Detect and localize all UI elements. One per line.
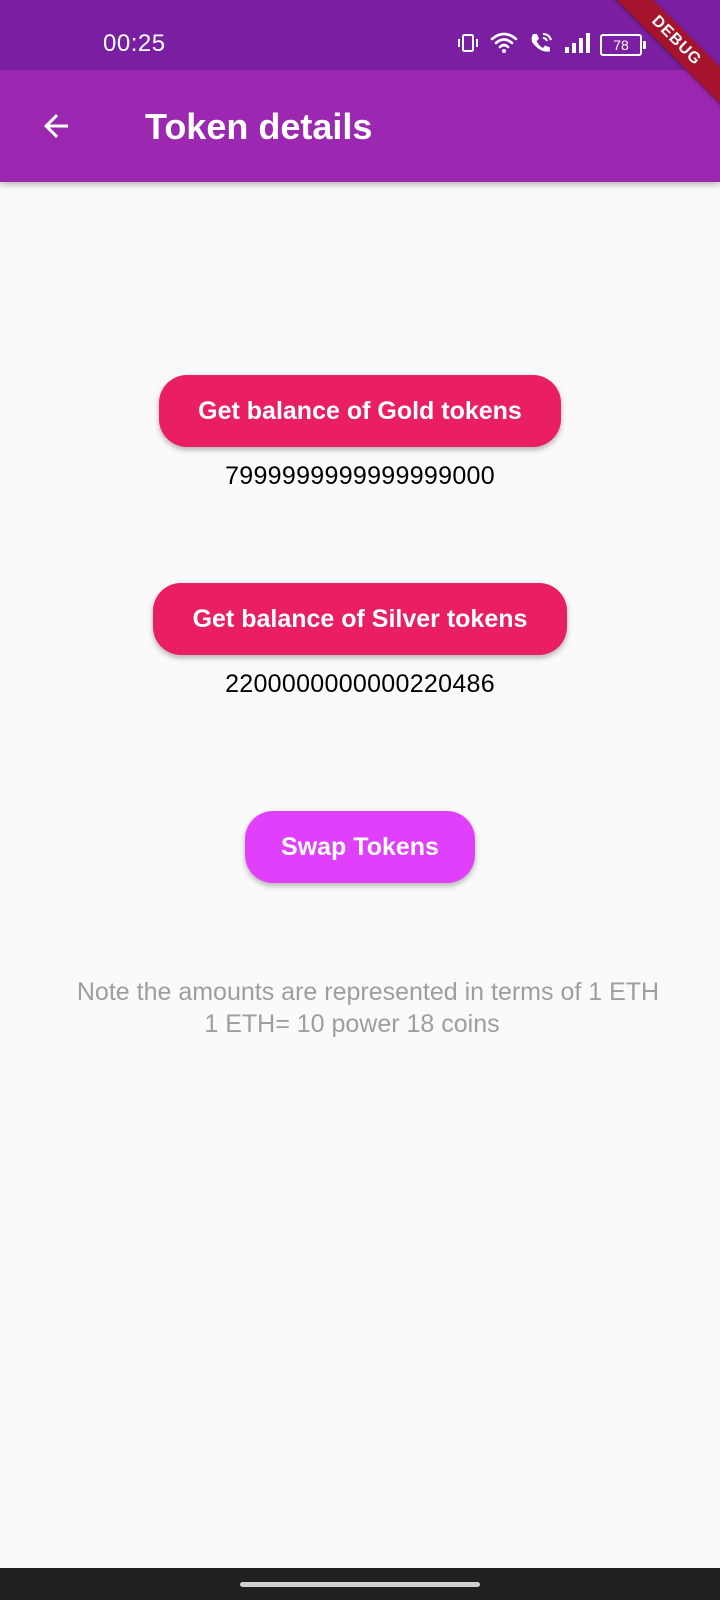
system-nav-bar [0,1568,720,1600]
app-bar: Token details [0,70,720,182]
back-button[interactable] [28,98,84,154]
silver-balance-value: 2200000000000220486 [225,670,495,698]
signal-icon [564,32,590,59]
wifi-call-icon [528,31,554,60]
status-icons: 78 [456,30,646,60]
wifi-icon [490,31,518,60]
screen: 00:25 78 DEBUG Token details Get balance… [0,0,720,1600]
get-silver-balance-button[interactable]: Get balance of Silver tokens [153,583,567,655]
battery-icon: 78 [600,34,646,56]
page-title: Token details [145,106,373,147]
gold-balance-value: 7999999999999999000 [225,462,495,490]
status-bar: 00:25 78 [0,0,720,70]
home-gesture-handle[interactable] [240,1582,480,1587]
note-line-1: Note the amounts are represented in term… [76,978,660,1006]
vibrate-icon [456,31,480,60]
status-time: 00:25 [103,30,166,57]
arrow-back-icon [44,114,68,138]
note-line-2: 1 ETH= 10 power 18 coins [204,1010,500,1038]
get-gold-balance-button[interactable]: Get balance of Gold tokens [159,375,561,447]
swap-tokens-button[interactable]: Swap Tokens [245,811,475,883]
